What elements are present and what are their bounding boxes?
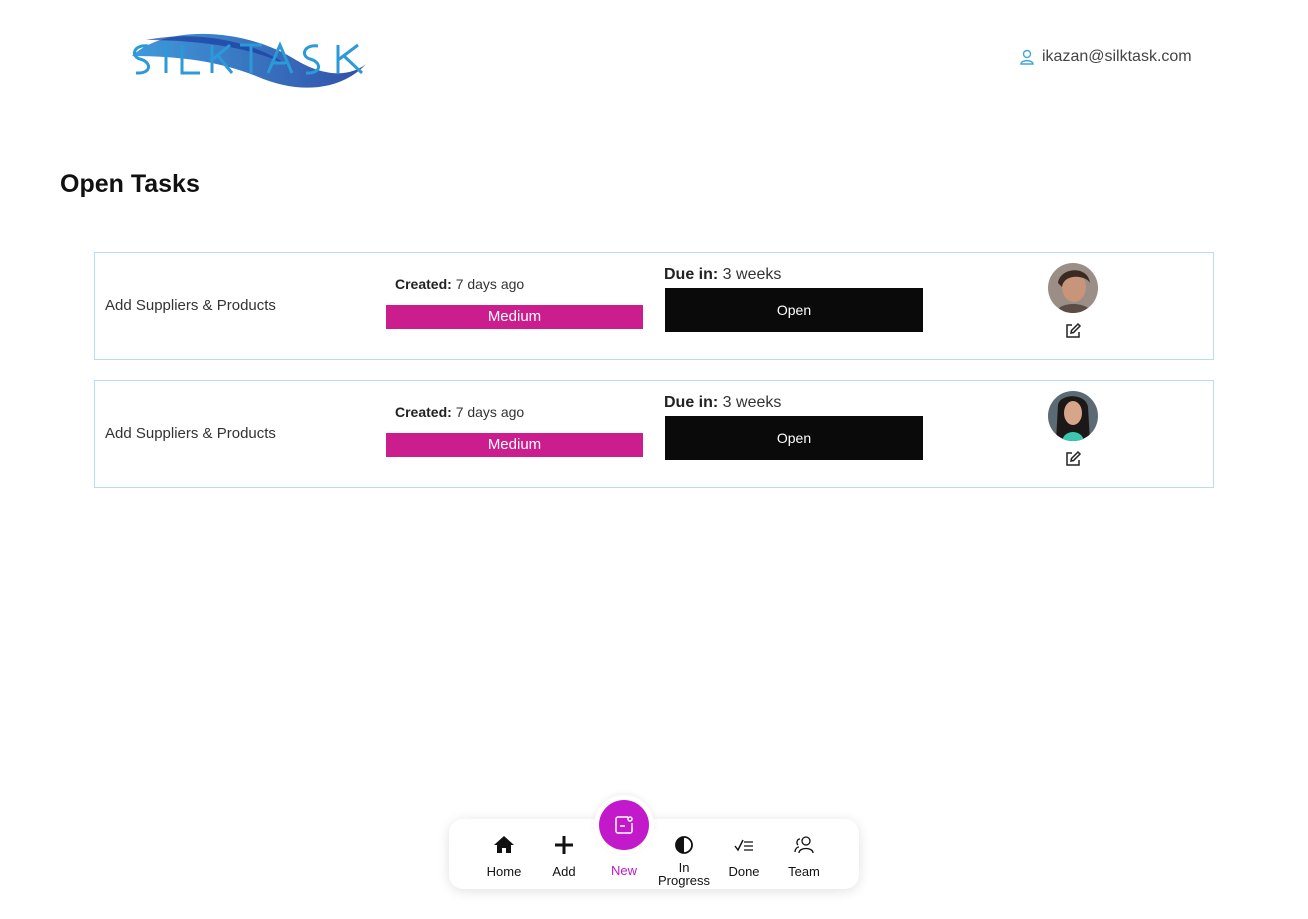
checklist-icon [732, 833, 756, 857]
silktask-logo[interactable] [126, 26, 376, 96]
nav-done[interactable]: Done [714, 819, 774, 889]
task-created: Created: 7 days ago [395, 404, 524, 420]
created-value: 7 days ago [455, 276, 525, 292]
task-list: Add Suppliers & Products Created: 7 days… [94, 252, 1214, 508]
priority-badge: Medium [386, 433, 643, 457]
priority-badge: Medium [386, 305, 643, 329]
nav-add[interactable]: Add [534, 819, 594, 889]
created-value: 7 days ago [455, 404, 525, 420]
due-label: Due in: [664, 394, 719, 411]
task-name: Add Suppliers & Products [105, 297, 276, 314]
user-account[interactable]: ikazan@silktask.com [1020, 46, 1192, 68]
nav-label: In Progress [657, 860, 711, 888]
created-label: Created: [395, 404, 452, 420]
status-button[interactable]: Open [665, 416, 923, 460]
nav-team[interactable]: Team [774, 819, 834, 889]
user-email: ikazan@silktask.com [1042, 48, 1192, 65]
edit-icon[interactable] [1064, 450, 1082, 468]
nav-label: New [610, 863, 637, 878]
nav-label: Home [486, 864, 522, 879]
nav-new[interactable]: New [594, 795, 654, 878]
assignee-avatar[interactable] [1048, 391, 1098, 441]
task-card[interactable]: Add Suppliers & Products Created: 7 days… [94, 252, 1214, 360]
task-card[interactable]: Add Suppliers & Products Created: 7 days… [94, 380, 1214, 488]
plus-icon [552, 833, 576, 857]
created-label: Created: [395, 276, 452, 292]
due-value: 3 weeks [722, 394, 782, 411]
bottom-nav: Home Add New In Progress Done Team [449, 795, 859, 889]
home-icon [492, 833, 516, 857]
edit-icon[interactable] [1064, 322, 1082, 340]
user-icon [1020, 49, 1034, 65]
team-icon [792, 833, 816, 857]
nav-in-progress[interactable]: In Progress [654, 819, 714, 889]
task-due: Due in: 3 weeks [664, 266, 781, 284]
task-due: Due in: 3 weeks [664, 394, 781, 412]
assignee-avatar[interactable] [1048, 263, 1098, 313]
nav-home[interactable]: Home [474, 819, 534, 889]
nav-label: Add [552, 864, 576, 879]
due-label: Due in: [664, 266, 719, 283]
task-created: Created: 7 days ago [395, 276, 524, 292]
status-button[interactable]: Open [665, 288, 923, 332]
app-page: ikazan@silktask.com Open Tasks Add Suppl… [0, 0, 1308, 919]
nav-label: Done [728, 864, 760, 879]
page-title: Open Tasks [60, 170, 200, 198]
task-name: Add Suppliers & Products [105, 425, 276, 442]
nav-label: Team [788, 864, 820, 879]
half-circle-icon [672, 833, 696, 857]
due-value: 3 weeks [722, 266, 782, 283]
new-task-icon [599, 800, 649, 850]
